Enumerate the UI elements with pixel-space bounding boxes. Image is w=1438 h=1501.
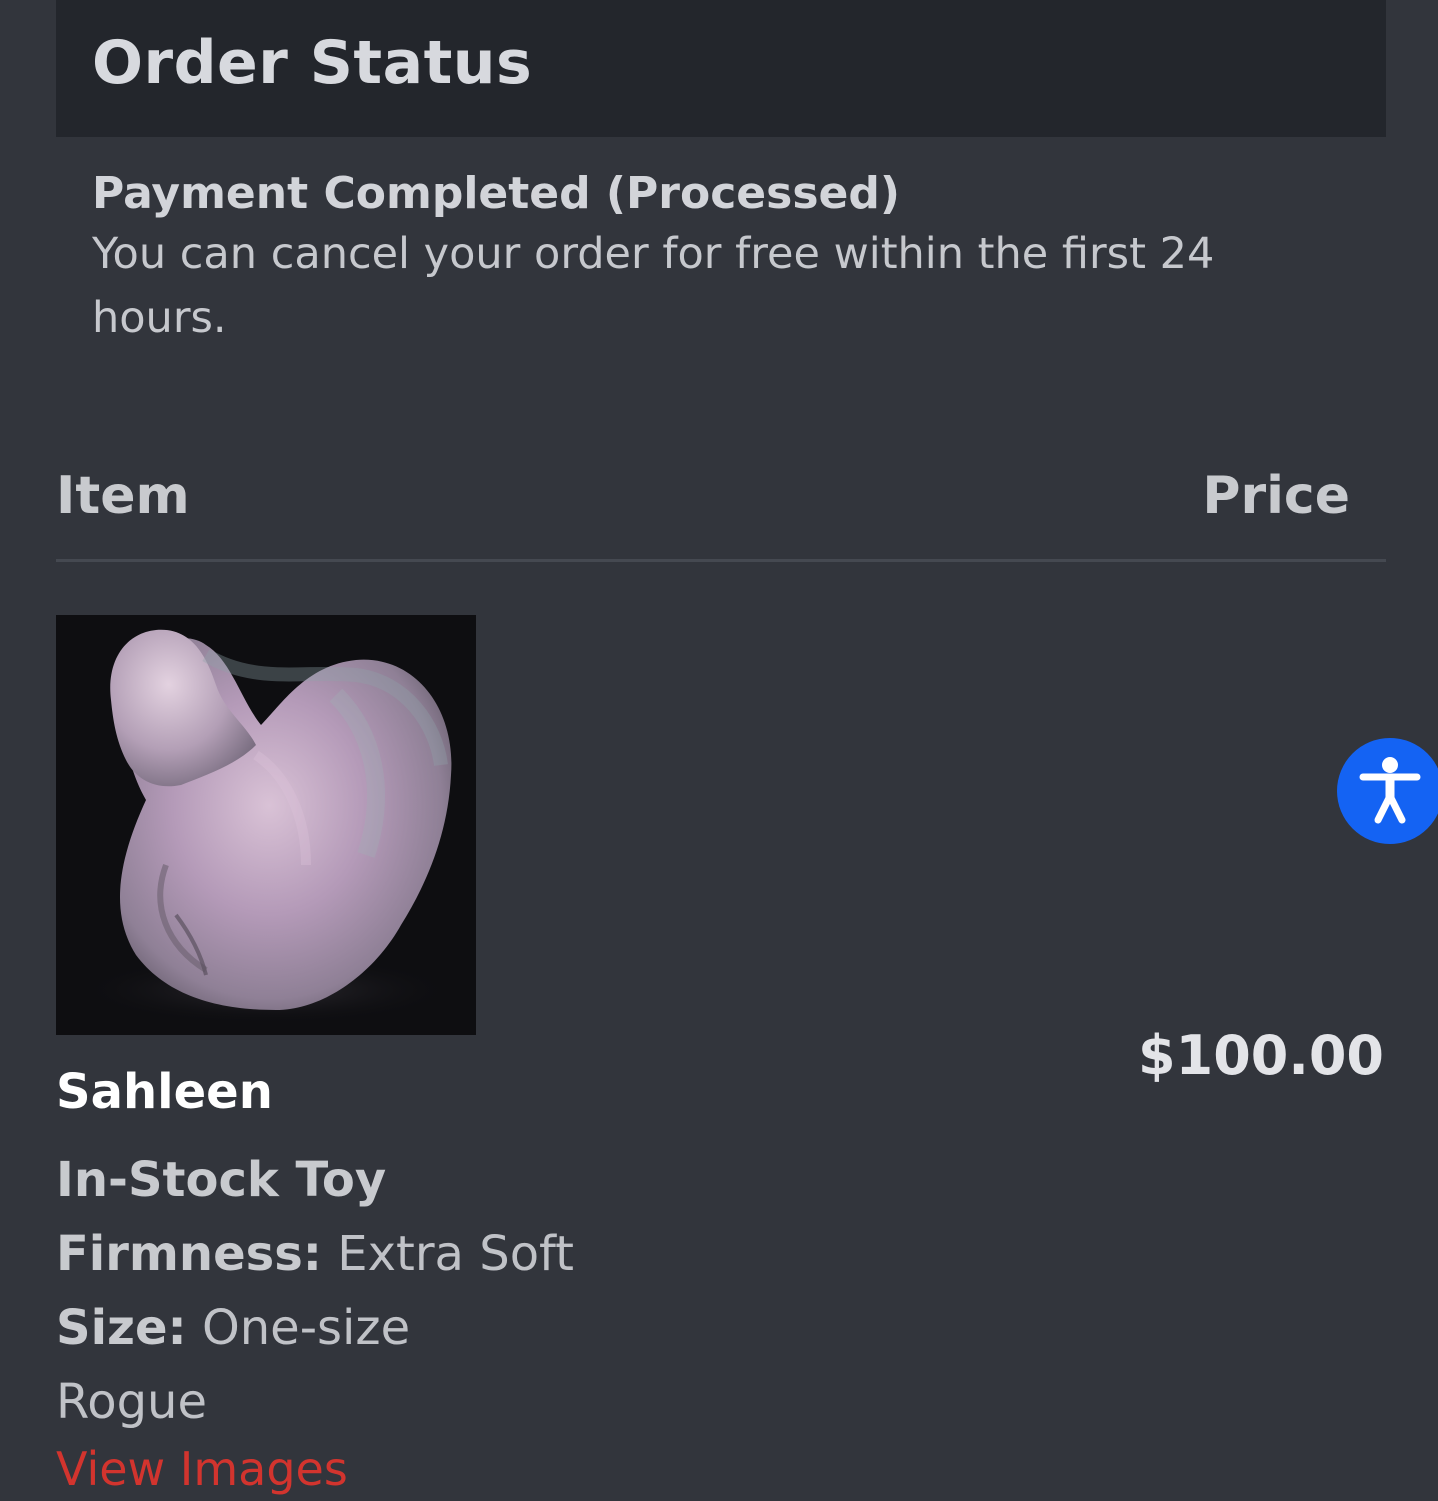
product-image[interactable] bbox=[56, 615, 476, 1035]
product-price: $100.00 bbox=[1138, 1024, 1384, 1087]
size-label: Size: bbox=[56, 1300, 187, 1356]
product-type: In-Stock Toy bbox=[56, 1152, 387, 1208]
order-status-page: Order Status Payment Completed (Processe… bbox=[0, 0, 1438, 1501]
table-divider bbox=[56, 559, 1386, 562]
product-photo bbox=[56, 615, 476, 1035]
accessibility-icon bbox=[1359, 757, 1421, 824]
payment-status-label: Payment Completed (Processed) bbox=[92, 168, 900, 219]
accessibility-button[interactable] bbox=[1337, 738, 1438, 844]
firmness-label: Firmness: bbox=[56, 1226, 322, 1282]
firmness-detail: Firmness: Extra Soft bbox=[56, 1226, 574, 1282]
cancel-policy-note: You can cancel your order for free withi… bbox=[92, 229, 1215, 343]
size-value: One-size bbox=[186, 1300, 411, 1356]
order-status-header: Order Status bbox=[56, 0, 1386, 137]
page-title: Order Status bbox=[92, 28, 533, 98]
size-detail: Size: One-size bbox=[56, 1300, 410, 1356]
column-header-item: Item bbox=[56, 466, 190, 526]
product-name: Sahleen bbox=[56, 1064, 273, 1120]
product-variant: Rogue bbox=[56, 1374, 207, 1430]
firmness-value: Extra Soft bbox=[322, 1226, 574, 1282]
column-header-price: Price bbox=[1202, 466, 1350, 526]
view-images-link[interactable]: View Images bbox=[56, 1442, 348, 1496]
